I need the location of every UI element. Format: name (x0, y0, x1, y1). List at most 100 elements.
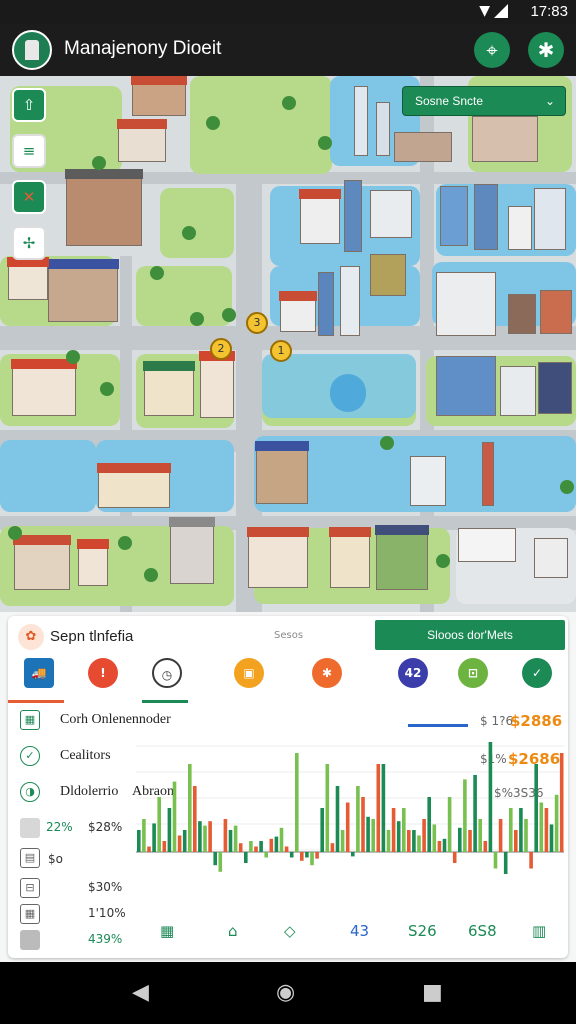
chart-bar (407, 830, 411, 852)
category-tabs: 🚚 ! ◷ ▣ ✱ 42 ⊡ ✓ (8, 654, 568, 703)
app-logo (12, 30, 52, 70)
home-icon[interactable]: ⌂ (228, 922, 238, 940)
chart-bar (284, 846, 289, 852)
chart-bar (182, 830, 187, 852)
chart-bar (554, 794, 559, 852)
chart-bar (300, 852, 304, 861)
map-pin[interactable]: 1 (270, 340, 292, 362)
chart-bar (452, 852, 457, 863)
gear-icon: ✱ (537, 38, 555, 62)
chart-bar (432, 824, 437, 852)
chart-bar (320, 808, 324, 852)
home-button-icon[interactable]: ◉ (276, 980, 295, 1005)
settings-button[interactable]: ✱ (528, 32, 564, 68)
chart-bar (437, 841, 442, 852)
chart-bar (473, 775, 477, 852)
chart-bar (264, 852, 268, 858)
stat-value: $30% (88, 880, 123, 894)
chart-bar (356, 786, 360, 852)
panel-title: Sepn tlnfefia (50, 628, 134, 645)
badge-icon: 42 (404, 666, 422, 680)
tab-bag[interactable]: ⊡ (458, 658, 488, 688)
tag-icon: ✓ (20, 746, 40, 766)
map-button-compass[interactable]: ⇧ (12, 88, 46, 122)
info-panel: ✿ Sepn tlnfefia Sesos Slooos dor'Mets 🚚 … (0, 612, 576, 962)
chart-label: 6S8 (468, 922, 497, 940)
chart-bar (519, 808, 523, 852)
location-button[interactable]: ⌖ (474, 32, 510, 68)
panel-action-button[interactable]: Slooos dor'Mets (375, 620, 565, 650)
tab-check[interactable]: ✓ (522, 658, 552, 688)
chart-bar (137, 830, 141, 852)
chart-bar (254, 846, 258, 852)
info-icon: ◑ (20, 782, 40, 802)
chart-bar (223, 819, 228, 852)
chart-bar (402, 808, 406, 852)
chart-bar (458, 827, 462, 852)
panel-subtitle: Sesos (274, 630, 304, 641)
tab-box[interactable]: ▣ (234, 658, 264, 688)
map-button-layers[interactable]: ≡ (12, 134, 46, 168)
chart-bar (447, 797, 452, 852)
list-icon (20, 818, 40, 838)
chart-bar (498, 819, 503, 852)
tab-gear[interactable]: ✱ (312, 658, 342, 688)
pin-icon: ⌖ (486, 38, 498, 62)
dropdown-label: Sosne Sncte (415, 94, 484, 108)
chart-bar (351, 852, 355, 857)
chart-bar (218, 852, 223, 872)
chart-bar (315, 852, 319, 859)
cardicon-icon: ✿ (18, 624, 44, 650)
tab-clock[interactable]: ◷ (152, 658, 182, 688)
tab-truck[interactable]: 🚚 (24, 658, 54, 688)
chart-bar (335, 786, 340, 852)
tag-icon[interactable]: ◇ (284, 922, 296, 940)
chart-bar (213, 852, 217, 866)
city-map[interactable]: ⇧ ≡ ✕ ✢ Sosne Sncte ⌄ 3 2 1 (0, 76, 576, 612)
chart-label: 43 (350, 922, 370, 940)
chart-bar (244, 852, 248, 863)
box-icon: ▣ (243, 666, 255, 680)
chart-bar (172, 781, 177, 852)
stat-value: $28% (88, 820, 123, 834)
back-icon[interactable]: ◀ (132, 980, 149, 1005)
map-button-tools[interactable]: ✕ (12, 180, 46, 214)
bag-icon: ⊡ (467, 666, 479, 680)
chart-bar (514, 830, 518, 852)
chart-bar (340, 830, 345, 852)
chart-bar (162, 841, 167, 852)
calendar-icon[interactable]: ▥ (532, 922, 546, 940)
chart-bar (468, 830, 472, 852)
tab-underline (142, 700, 188, 703)
tab-alert[interactable]: ! (88, 658, 118, 688)
map-pin[interactable]: 3 (246, 312, 268, 334)
chart-bar (376, 764, 381, 852)
chart-bar (396, 821, 401, 852)
chart-bar (509, 808, 513, 852)
map-filter-dropdown[interactable]: Sosne Sncte ⌄ (402, 86, 566, 116)
chart-bar (463, 779, 467, 852)
stat-percent: 22% (46, 820, 73, 834)
chart-toolbar: ▦ ⌂ ◇ 43 S26 6S8 ▥ (8, 918, 568, 954)
chart-bar (167, 808, 172, 852)
row-amount: $2886 (510, 712, 563, 730)
app-title: Manajenony Dioeit (64, 38, 222, 59)
chart-bar (233, 825, 238, 852)
chart-bar (478, 819, 482, 852)
chart-bar (488, 742, 493, 852)
car-icon: ⊟ (20, 878, 40, 898)
tab-badge[interactable]: 42 (398, 658, 428, 688)
chart-bar (310, 852, 314, 866)
status-bar: ▼ 17:83 (0, 0, 576, 24)
chart-bar (228, 830, 233, 852)
table-icon: ▦ (20, 710, 40, 730)
table-icon[interactable]: ▦ (160, 922, 174, 940)
recents-icon[interactable]: ■ (422, 980, 443, 1005)
chart-bar (503, 852, 508, 874)
row-label: Dldolerrio (60, 784, 119, 799)
map-pin[interactable]: 2 (210, 338, 232, 360)
chart-bar (534, 764, 538, 852)
map-button-fan[interactable]: ✢ (12, 226, 46, 260)
chart-bar (238, 843, 243, 852)
fan-icon: ✢ (22, 234, 36, 252)
